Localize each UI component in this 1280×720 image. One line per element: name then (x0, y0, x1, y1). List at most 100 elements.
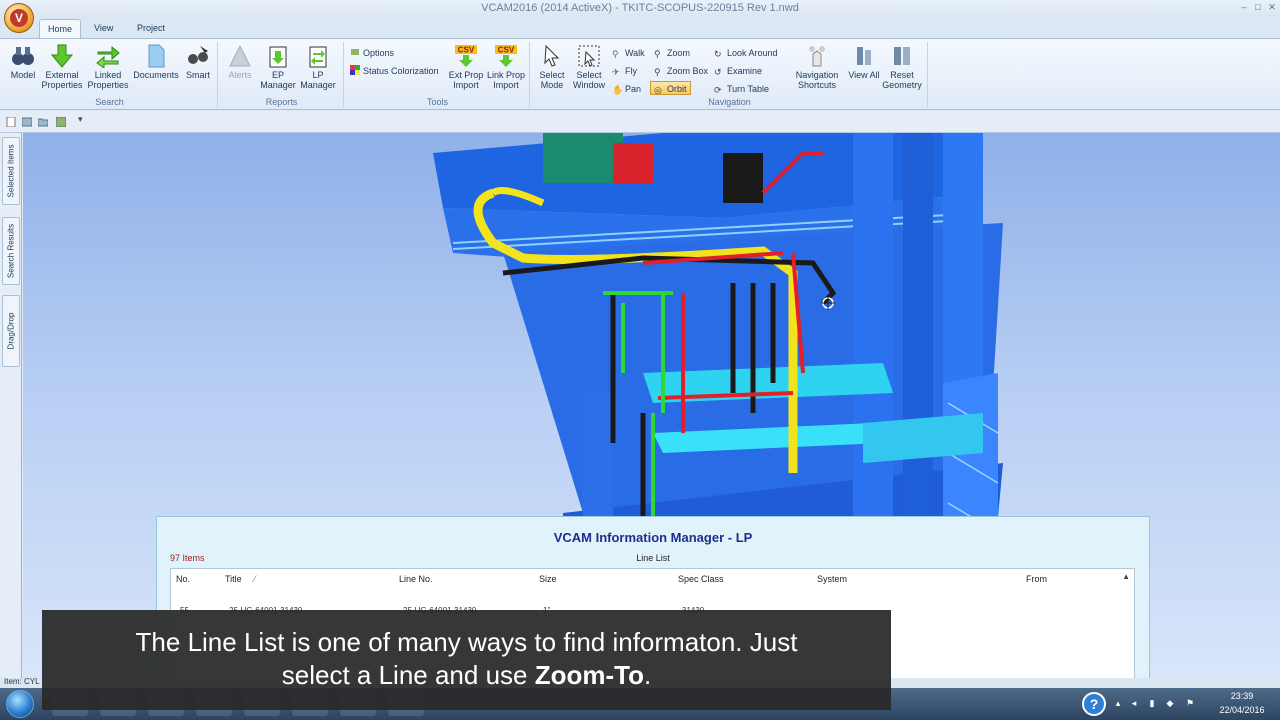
ribbon-group-navigation: Select Mode Select Window ⚲ Walk ✈ Fly ✋ Pa… (532, 42, 928, 108)
zoom-label: Zoom (667, 48, 691, 58)
external-properties-button[interactable]: External Properties (38, 44, 86, 90)
minimize-icon[interactable]: – (1238, 2, 1250, 12)
tools-group-label: Tools (426, 97, 448, 107)
flag-icon[interactable]: ⚑ (1184, 698, 1196, 710)
open-folder-icon[interactable] (38, 117, 48, 127)
clock-date[interactable]: 22/04/2016 (1212, 705, 1272, 715)
linked-properties-button[interactable]: Linked Properties (84, 44, 132, 90)
walk-label: Walk (625, 48, 645, 58)
zoom-icon: ⚲ (654, 49, 661, 59)
turn-table-label: Turn Table (727, 84, 770, 94)
alerts-label: Alerts (228, 70, 252, 80)
csv-import-icon: CSV (455, 45, 477, 67)
zoom-button[interactable]: ⚲ Zoom (654, 46, 690, 60)
scroll-up-icon[interactable]: ▲ (1122, 572, 1130, 581)
model-label: Model (10, 70, 36, 80)
lp-manager-button[interactable]: LP Manager (294, 44, 342, 90)
look-around-icon: ↻ (714, 49, 722, 59)
ribbon: Model External Properties Linked Propert… (0, 38, 1280, 110)
smart-binoculars-icon (188, 46, 208, 64)
close-icon[interactable]: ✕ (1266, 2, 1278, 12)
navigation-shortcuts-button[interactable]: Navigation Shortcuts (790, 44, 844, 90)
orbit-icon: ◎ (654, 85, 662, 95)
new-file-icon[interactable] (6, 117, 16, 127)
orbit-button[interactable]: ◎ Orbit (650, 81, 691, 95)
status-colorization-button[interactable]: Status Colorization (350, 64, 439, 78)
tab-drag-drop-label: Drag/Drop (6, 312, 16, 350)
ribbon-tab-row: Home View Project (0, 16, 1280, 38)
select-mode-label: Select Mode (539, 70, 565, 90)
ep-clipboard-icon (269, 46, 287, 68)
zoom-box-button[interactable]: ⚲ Zoom Box (654, 64, 708, 78)
column-header-no[interactable]: No. (176, 574, 190, 584)
app-menu-button[interactable]: V (4, 3, 34, 33)
ribbon-group-search: Model External Properties Linked Propert… (2, 42, 218, 108)
search-group-label: Search (95, 97, 124, 107)
properties-icon[interactable] (22, 117, 32, 127)
reset-geometry-icon (894, 47, 910, 65)
security-icon[interactable]: ◆ (1164, 698, 1176, 710)
navigation-shortcuts-label: Navigation Shortcuts (795, 70, 839, 90)
pan-button[interactable]: ✋ Pan (612, 82, 641, 96)
save-icon[interactable] (56, 117, 66, 127)
turn-table-button[interactable]: ⟳ Turn Table (714, 82, 769, 96)
linked-properties-label: Linked Properties (87, 70, 129, 90)
smart-button[interactable]: Smart (174, 44, 222, 80)
zoom-box-icon: ⚲ (654, 67, 661, 77)
column-header-spec-class[interactable]: Spec Class (678, 574, 724, 584)
clock-time[interactable]: 23:39 (1212, 691, 1272, 701)
walk-button[interactable]: ⚲ Walk (612, 46, 645, 60)
caption-line-2: select a Line and use Zoom-To. (42, 659, 891, 692)
fly-label: Fly (625, 66, 637, 76)
tab-selected-items[interactable]: Selected Items (2, 137, 20, 205)
caption-line-1: The Line List is one of many ways to fin… (135, 627, 798, 657)
caption-line-2-prefix: select a Line and use (281, 660, 535, 690)
examine-button[interactable]: ↺ Examine (714, 64, 762, 78)
column-header-line-no[interactable]: Line No. (399, 574, 433, 584)
column-header-size[interactable]: Size (539, 574, 557, 584)
ext-prop-import-label: Ext Prop Import (448, 70, 484, 90)
walk-icon: ⚲ (612, 49, 619, 59)
tab-home[interactable]: Home (39, 19, 82, 38)
look-around-button[interactable]: ↻ Look Around (714, 46, 778, 60)
navigation-shortcuts-icon (809, 46, 825, 67)
fly-button[interactable]: ✈ Fly (612, 64, 637, 78)
tab-search-results-label: Search Results (6, 223, 16, 279)
options-icon (351, 49, 359, 55)
customize-toolbar-icon[interactable]: ▾ (78, 114, 88, 124)
window-title: VCAM2016 (2014 ActiveX) - TKITC-SCOPUS-2… (481, 2, 799, 14)
options-button[interactable]: Options (350, 46, 394, 60)
tab-drag-drop[interactable]: Drag/Drop (2, 295, 20, 367)
help-icon[interactable]: ? (1082, 692, 1106, 716)
column-header-title[interactable]: Title (225, 574, 242, 584)
ribbon-group-reports: Alerts EP Manager LP Manager Reports (220, 42, 344, 108)
column-header-system[interactable]: System (817, 574, 847, 584)
view-all-icon (857, 47, 871, 65)
quick-access-toolbar: ▾ (0, 111, 1280, 133)
link-prop-import-button[interactable]: CSV Link Prop Import (482, 44, 530, 90)
reset-geometry-button[interactable]: Reset Geometry (878, 44, 926, 90)
column-header-from[interactable]: From (1026, 574, 1047, 584)
csv-link-import-icon: CSV (495, 45, 517, 67)
start-button[interactable] (6, 690, 34, 718)
side-panel-tabs: Selected Items Search Results Drag/Drop (0, 133, 22, 678)
link-prop-import-label: Link Prop Import (486, 70, 526, 90)
green-swap-arrows-icon (96, 45, 120, 68)
tab-view[interactable]: View (86, 19, 121, 38)
examine-icon: ↺ (714, 67, 722, 77)
ribbon-group-tools: Options Status Colorization CSV Ext Prop… (346, 42, 530, 108)
fly-icon: ✈ (612, 67, 620, 77)
tab-selected-items-label: Selected Items (6, 144, 16, 198)
sort-indicator-icon: ⁄ (254, 574, 256, 584)
tab-project[interactable]: Project (129, 19, 173, 38)
volume-icon[interactable]: ◂ (1128, 698, 1140, 710)
tab-search-results[interactable]: Search Results (2, 217, 20, 285)
network-icon[interactable]: ▮ (1146, 698, 1158, 710)
maximize-icon[interactable]: □ (1252, 2, 1264, 12)
select-window-button[interactable]: Select Window (565, 44, 613, 90)
csv-badge-link: CSV (498, 46, 515, 55)
documents-button[interactable]: Documents (132, 44, 180, 80)
tray-expand-icon[interactable]: ▴ (1112, 698, 1124, 710)
binoculars-icon (12, 47, 34, 65)
pan-label: Pan (625, 84, 642, 94)
